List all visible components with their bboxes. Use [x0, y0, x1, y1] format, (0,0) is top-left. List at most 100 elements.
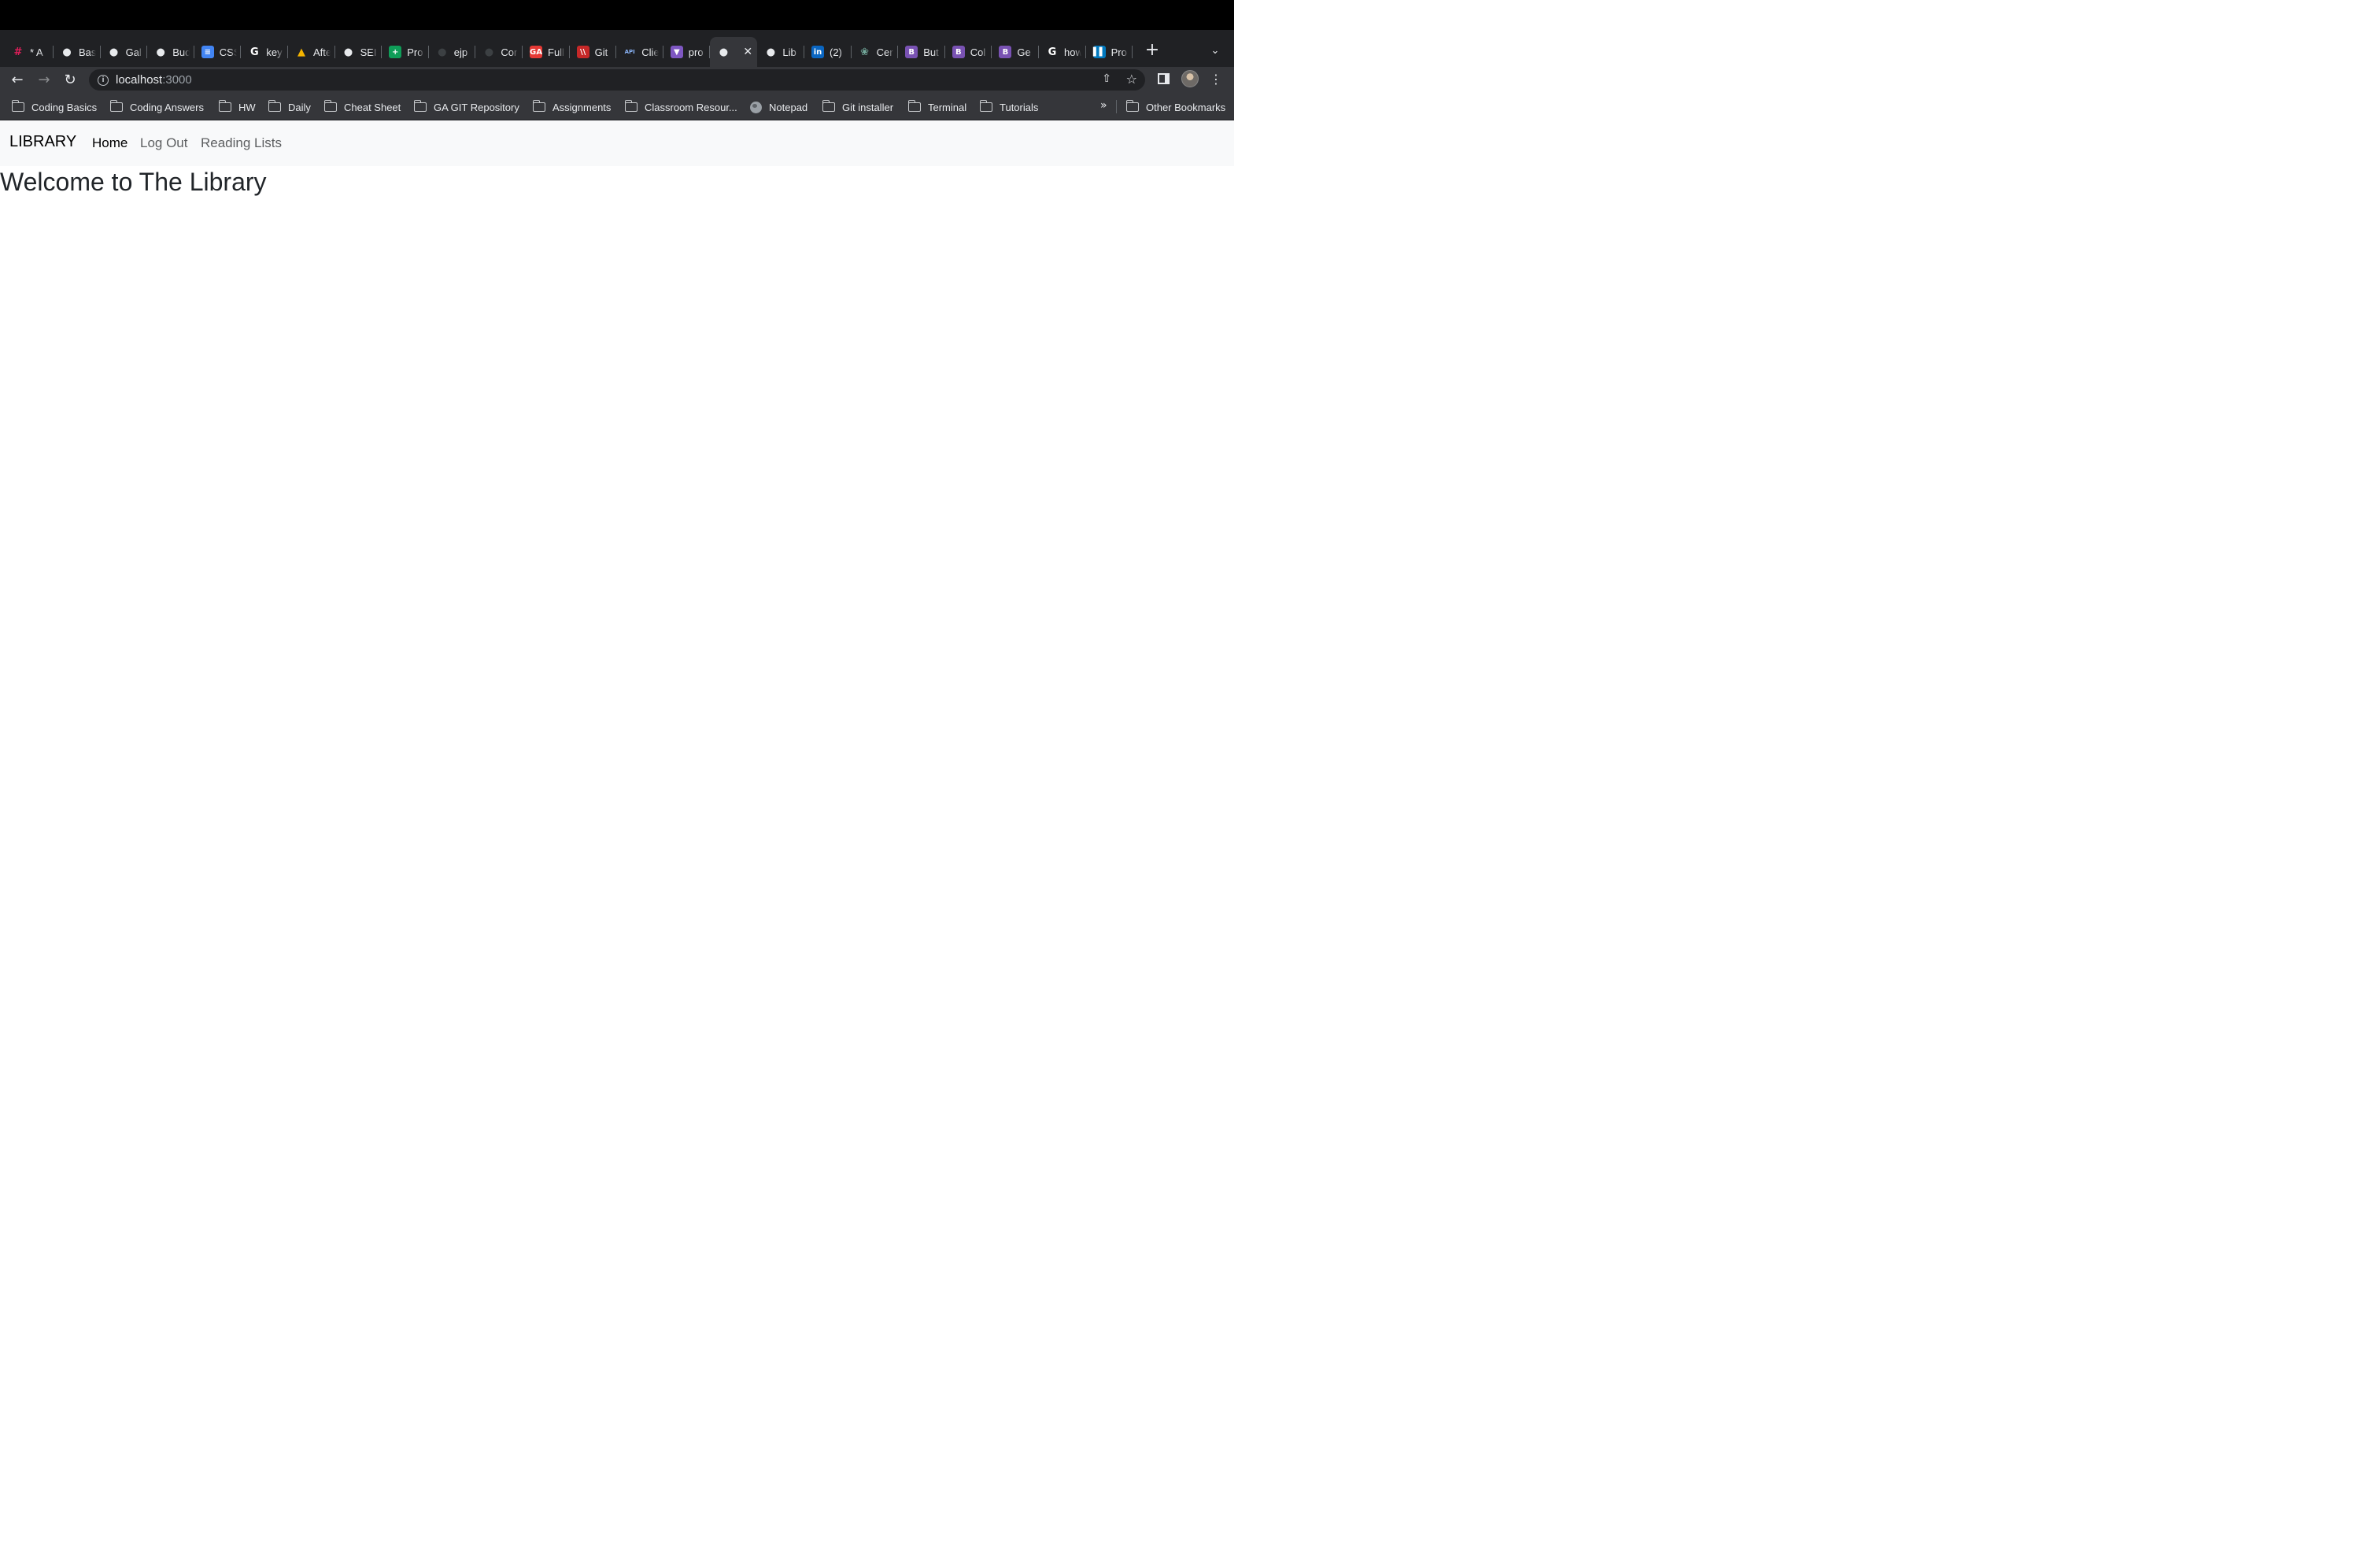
- google-sheets-icon: +: [389, 46, 402, 58]
- browser-tab[interactable]: ▌▌ Pro: [1086, 37, 1133, 67]
- tab-title: Git: [594, 46, 608, 58]
- ga-icon: GA: [530, 46, 542, 58]
- globe-icon: [750, 101, 762, 113]
- bookmark-item[interactable]: Git installer: [822, 100, 893, 114]
- browser-tab[interactable]: ● Gal: [101, 37, 148, 67]
- bookmark-item[interactable]: Terminal: [907, 100, 967, 114]
- tab-title: Clie: [641, 46, 660, 58]
- google-icon: G: [1048, 46, 1057, 58]
- browser-tab[interactable]: + Pro: [382, 37, 429, 67]
- nav-home-link[interactable]: Home: [92, 135, 128, 151]
- bookmark-star-icon[interactable]: ☆: [1126, 72, 1137, 87]
- browser-tab[interactable]: ● Bud: [147, 37, 194, 67]
- tab-title: Gal: [125, 46, 142, 58]
- browser-tab[interactable]: B But: [898, 37, 945, 67]
- bootstrap-icon: B: [999, 46, 1012, 58]
- browser-tab[interactable]: B Col: [945, 37, 992, 67]
- shield-icon: ▼: [670, 46, 683, 58]
- bookmark-item[interactable]: Daily: [268, 100, 311, 114]
- new-tab-button[interactable]: +: [1142, 39, 1162, 60]
- bookmark-item[interactable]: Coding Basics: [11, 100, 98, 114]
- browser-tab[interactable]: ▼ pro: [663, 37, 711, 67]
- bookmark-item[interactable]: HW: [218, 100, 256, 114]
- bookmark-item[interactable]: Assignments: [532, 100, 612, 114]
- bootstrap-icon: B: [905, 46, 918, 58]
- bookmark-label: Assignments: [552, 101, 612, 113]
- folder-icon: [109, 100, 123, 112]
- bookmark-label: GA GIT Repository: [434, 101, 519, 113]
- bookmark-label: Daily: [288, 101, 311, 113]
- share-icon[interactable]: ⇧: [1102, 72, 1111, 85]
- github-icon: ●: [343, 46, 353, 58]
- browser-tab[interactable]: Ghow: [1039, 37, 1086, 67]
- folder-icon: [624, 100, 638, 112]
- globe-icon: ●: [156, 46, 165, 58]
- browser-tab[interactable]: ▲ Afte: [288, 37, 335, 67]
- browser-tab[interactable]: in (2): [804, 37, 852, 67]
- bookmark-label: Tutorials: [1000, 101, 1039, 113]
- browser-tab[interactable]: ● Lib: [757, 37, 804, 67]
- github-icon: ●: [484, 46, 494, 58]
- browser-tab[interactable]: ● SEI: [335, 37, 382, 67]
- nav-reading-lists-link[interactable]: Reading Lists: [201, 135, 282, 151]
- nav-log-out-link[interactable]: Log Out: [140, 135, 188, 151]
- browser-tab[interactable]: ● ✕: [710, 37, 758, 67]
- google-docs-icon: ≡: [201, 46, 214, 58]
- bookmark-label: Classroom Resour...: [645, 101, 737, 113]
- bookmark-item[interactable]: GA GIT Repository: [413, 100, 519, 114]
- forward-arrow-icon[interactable]: →: [33, 68, 55, 91]
- folder-icon: [979, 100, 992, 112]
- bookmark-label: Coding Basics: [31, 101, 98, 113]
- profile-avatar[interactable]: [1181, 70, 1199, 87]
- bookmark-item[interactable]: Tutorials: [979, 100, 1039, 114]
- browser-tab[interactable]: B Ge: [992, 37, 1039, 67]
- mountain-icon: ▲: [298, 46, 305, 58]
- more-menu-icon[interactable]: ⋮: [1210, 69, 1222, 88]
- browser-tab[interactable]: API Clie: [616, 37, 663, 67]
- tab-title: Cor: [501, 46, 518, 58]
- tab-title: SEI: [360, 46, 377, 58]
- browser-tab[interactable]: ≡ CSS: [194, 37, 242, 67]
- address-bar[interactable]: i localhost:3000 ⇧ ☆: [89, 69, 1145, 91]
- browser-tab[interactable]: Gkey: [241, 37, 288, 67]
- browser-tab[interactable]: ● Bas: [54, 37, 101, 67]
- bookmarks-overflow-button[interactable]: »: [1100, 99, 1107, 112]
- globe-icon: ●: [109, 46, 119, 58]
- slack-icon: #: [13, 46, 23, 58]
- close-tab-icon[interactable]: ✕: [743, 46, 752, 58]
- bookmark-item[interactable]: Coding Answers: [109, 100, 204, 114]
- browser-tab[interactable]: ❀ Cer: [852, 37, 899, 67]
- folder-icon: [11, 100, 24, 112]
- browser-tab[interactable]: ● ejp: [429, 37, 476, 67]
- other-bookmarks-label: Other Bookmarks: [1146, 101, 1226, 113]
- tab-title: But: [923, 46, 939, 58]
- tab-title: Bas: [79, 46, 96, 58]
- tab-title: Bud: [172, 46, 190, 58]
- folder-icon: [218, 100, 231, 112]
- browser-tab[interactable]: GA Full: [523, 37, 570, 67]
- other-bookmarks-folder[interactable]: Other Bookmarks: [1125, 100, 1226, 114]
- site-navbar: LIBRARY Home Log Out Reading Lists: [0, 120, 1234, 166]
- browser-tab[interactable]: ● Cor: [475, 37, 523, 67]
- google-icon: G: [250, 46, 259, 58]
- bookmark-label: Terminal: [928, 101, 967, 113]
- bookmark-item[interactable]: Classroom Resour...: [624, 100, 737, 114]
- site-info-icon[interactable]: i: [98, 74, 109, 86]
- bookmark-item[interactable]: Cheat Sheet: [323, 100, 401, 114]
- folder-icon: [907, 100, 921, 112]
- tab-strip: # * A ● Bas ● Gal ● Bud ≡ CSS Gkey ▲ Afte ● SEI + Pro ● ej…: [0, 30, 1234, 67]
- side-panel-icon[interactable]: [1158, 73, 1170, 84]
- github-icon: ●: [62, 46, 72, 58]
- back-arrow-icon[interactable]: ←: [6, 68, 28, 91]
- tab-search-chevron-icon[interactable]: ⌄: [1206, 41, 1225, 60]
- folder-icon: [822, 100, 835, 112]
- bookmark-item[interactable]: Notepad: [750, 100, 808, 114]
- browser-tab[interactable]: \\ Git: [570, 37, 617, 67]
- address-url[interactable]: localhost:3000: [116, 73, 192, 87]
- reload-icon[interactable]: ↻: [59, 68, 81, 91]
- bookmarks-divider: [1116, 100, 1117, 113]
- browser-tab[interactable]: # * A: [5, 37, 54, 67]
- tab-title: CSS: [219, 46, 237, 58]
- navbar-brand[interactable]: LIBRARY: [9, 133, 76, 151]
- bootstrap-icon: B: [952, 46, 965, 58]
